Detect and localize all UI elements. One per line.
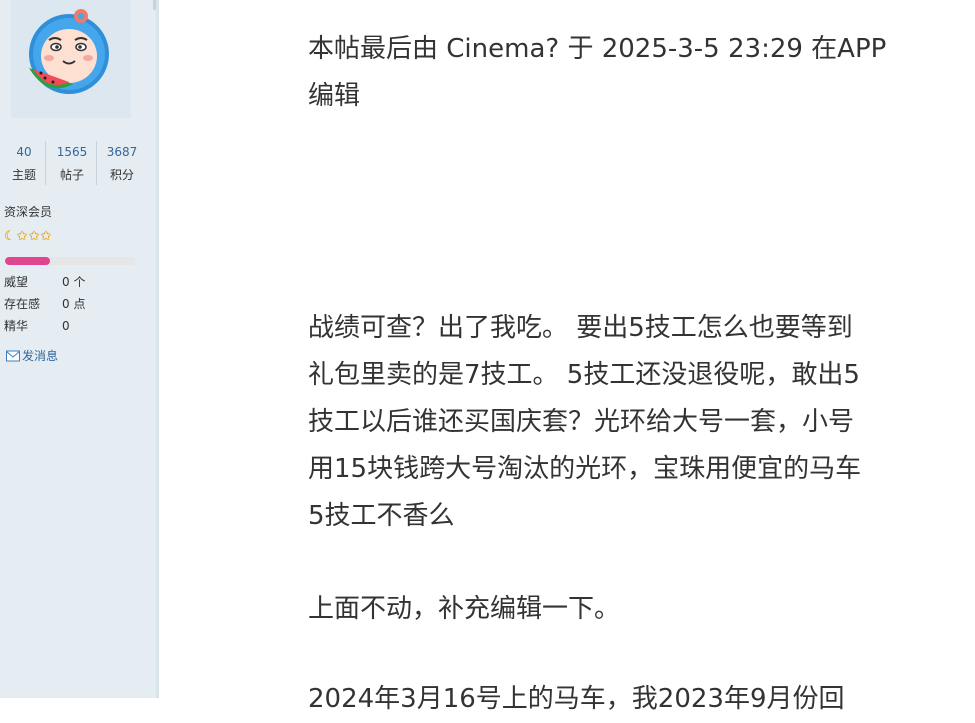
level-progress-fill [5,257,50,265]
stat-threads-value[interactable]: 40 [0,142,48,162]
star-icon: ✩ [28,229,40,244]
profile-digest-value: 0 [62,319,70,333]
avatar-image [29,9,109,94]
envelope-icon [6,350,20,362]
level-progress-bar [5,257,136,265]
stat-threads-label: 主题 [11,168,36,182]
profile-prestige-value: 0 个 [62,275,86,289]
edit-note-line: 编辑 [308,81,361,111]
profile-presence-value: 0 点 [62,297,86,311]
stat-posts-label: 帖子 [59,168,84,182]
post-line: 礼包里卖的是7技工。 5技工还没退役呢，敢出5 [308,360,860,390]
stat-points-label: 积分 [109,168,134,182]
post-line: 技工以后谁还买国庆套？光环给大号一套，小号 [308,407,855,437]
post-edit-note: 本帖最后由 Cinema? 于 2025-3-5 23:29 在APP 编辑 [308,26,948,120]
post-paragraph: 上面不动，补充编辑一下。 [308,586,948,633]
edit-note-line: 本帖最后由 Cinema? 于 2025-3-5 23:29 在APP [308,34,887,64]
profile-digest-label: 精华 [4,319,29,333]
profile-prestige-label: 威望 [4,275,29,289]
user-sidebar: 40 主题 1565 帖子 3687 积分 资深会员 ☾ ✩ ✩ ✩ 威望 0 个… [0,0,159,698]
stat-threads[interactable]: 40 主题 [0,141,48,185]
user-level-icons: ☾ ✩ ✩ ✩ [4,228,51,246]
post-line: 上面不动，补充编辑一下。 [308,594,621,624]
post-line: 战绩可查？出了我吃。 要出5技工怎么也要等到 [308,313,853,343]
stat-posts-value[interactable]: 1565 [48,142,96,162]
star-icon: ✩ [40,229,52,244]
send-message-link[interactable]: 发消息 [6,346,58,366]
post-line: 5技工不香么 [308,501,455,531]
profile-presence-label: 存在感 [4,297,41,311]
stat-points[interactable]: 3687 积分 [98,141,146,185]
send-message-label[interactable]: 发消息 [22,346,58,366]
stat-posts[interactable]: 1565 帖子 [48,141,96,185]
user-stats: 40 主题 1565 帖子 3687 积分 [0,141,146,187]
moon-icon: ☾ [4,229,16,244]
profile-presence: 存在感 0 点 [4,294,85,314]
post-paragraph-partial: 2024年3月16号上的马车，我2023年9月份回 [308,676,948,723]
stat-divider [96,141,97,185]
post-line: 2024年3月16号上的马车，我2023年9月份回 [308,684,845,714]
stat-points-value[interactable]: 3687 [98,142,146,162]
stat-divider [45,141,46,185]
user-group[interactable]: 资深会员 [4,203,52,221]
post-line: 用15块钱跨大号淘汰的光环，宝珠用便宜的马车 [308,454,862,484]
star-icon: ✩ [16,229,28,244]
post-paragraph: 战绩可查？出了我吃。 要出5技工怎么也要等到 礼包里卖的是7技工。 5技工还没退… [308,305,948,540]
profile-digest: 精华 0 [4,316,70,336]
avatar[interactable] [11,0,131,118]
sidebar-border-accent [153,0,156,10]
profile-prestige: 威望 0 个 [4,272,85,292]
